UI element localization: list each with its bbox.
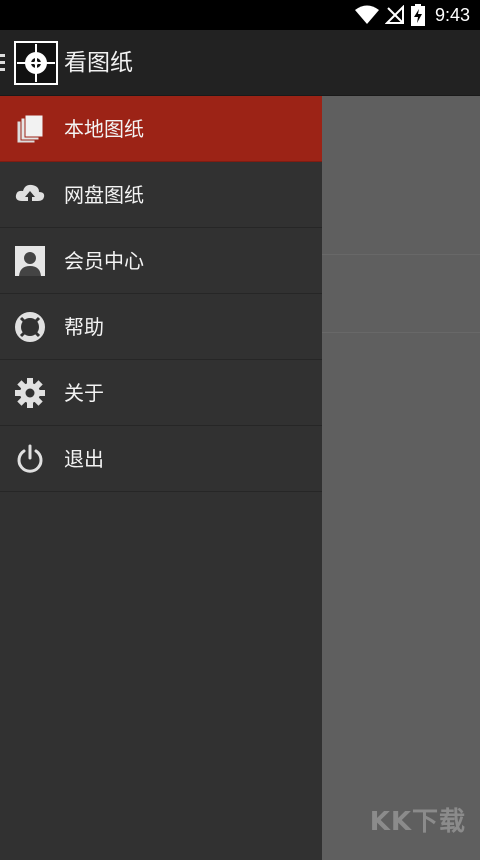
app-title: 看图纸 [64,50,133,76]
cloud-upload-icon [15,184,45,206]
drawer-item-label: 本地图纸 [64,117,144,141]
battery-charging-icon [410,4,425,26]
drawer-item-help[interactable]: 帮助 [0,294,322,360]
lifebuoy-icon [15,312,45,342]
documents-icon [16,114,44,144]
drawer-item-member-center[interactable]: 会员中心 [0,228,322,294]
no-signal-icon [384,5,404,24]
crosshair-logo-icon[interactable] [14,41,58,85]
drawer-item-cloud-drawings[interactable]: 网盘图纸 [0,162,322,228]
wifi-icon [354,5,379,24]
user-profile-icon [15,246,45,276]
watermark: KK下载 [369,807,466,837]
gear-icon [15,378,45,408]
status-time: 9:43 [434,4,470,25]
drawer-item-label: 网盘图纸 [64,183,144,207]
drawer-item-exit[interactable]: 退出 [0,426,322,492]
navigation-drawer: 本地图纸 网盘图纸 会员中心 帮助 关于 退出 [0,96,322,860]
drawer-item-label: 会员中心 [64,249,144,273]
app-bar: 看图纸 [0,30,480,96]
drawer-item-label: 帮助 [64,315,104,339]
status-bar: 9:43 [0,0,480,30]
hamburger-icon[interactable] [0,52,6,74]
power-icon [17,444,43,473]
drawer-item-label: 关于 [64,381,104,405]
drawer-item-about[interactable]: 关于 [0,360,322,426]
drawer-item-local-drawings[interactable]: 本地图纸 [0,96,322,162]
drawer-item-label: 退出 [64,447,104,471]
